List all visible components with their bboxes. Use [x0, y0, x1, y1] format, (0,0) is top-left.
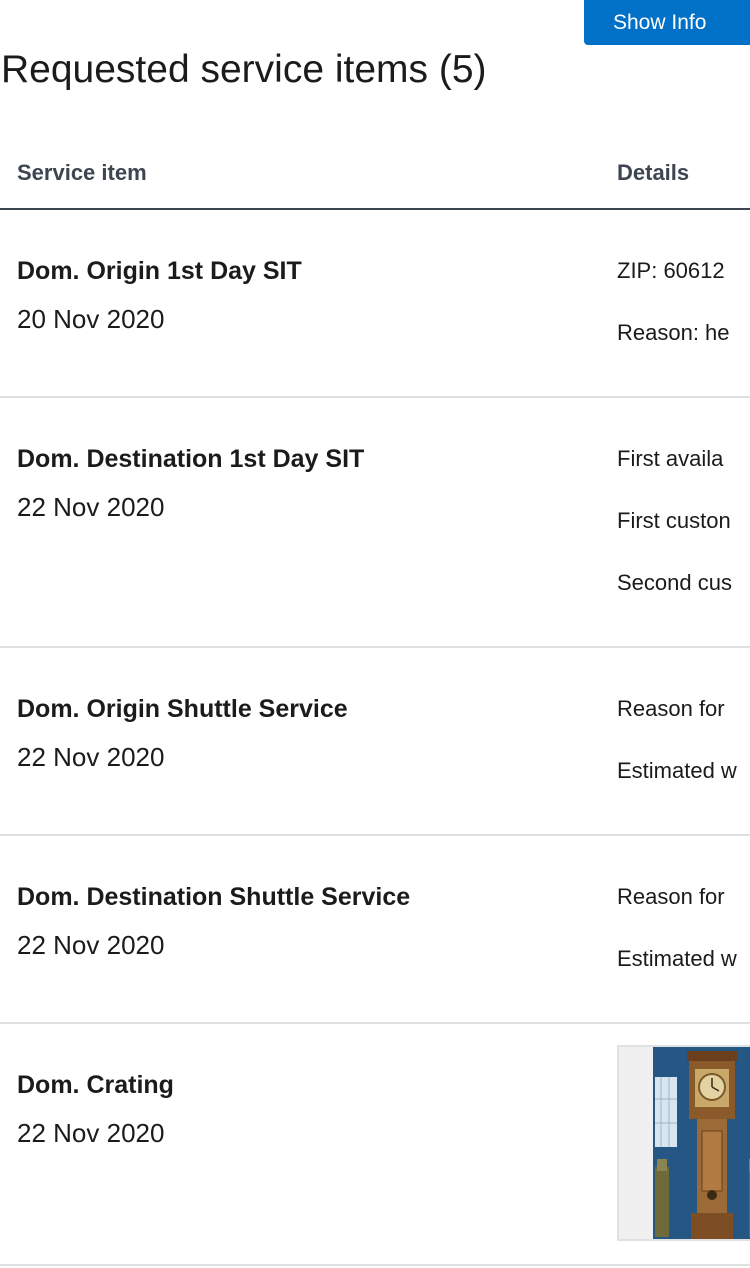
service-item-detail: ZIP: 60612 — [617, 258, 725, 283]
service-item-date: 22 Nov 2020 — [17, 930, 165, 960]
service-item-name: Dom. Destination Shuttle Service — [17, 883, 411, 911]
row-divider — [0, 1264, 750, 1266]
service-item-date: 20 Nov 2020 — [17, 304, 165, 334]
column-header-details: Details — [617, 160, 690, 185]
service-item-name: Dom. Destination 1st Day SIT — [17, 445, 365, 473]
row-divider — [0, 396, 750, 398]
row-divider — [0, 646, 750, 648]
service-item-date: 22 Nov 2020 — [17, 1118, 165, 1148]
row-divider — [0, 834, 750, 836]
service-item-date: 22 Nov 2020 — [17, 742, 165, 772]
service-item-detail: First custon — [617, 508, 731, 533]
service-item-name: Dom. Crating — [17, 1071, 174, 1099]
service-item-name: Dom. Origin Shuttle Service — [17, 695, 348, 723]
service-item-detail: Estimated w — [617, 758, 737, 783]
service-item-detail: First availa — [617, 446, 724, 471]
column-header-service-item: Service item — [17, 160, 147, 185]
show-info-button[interactable]: Show Info — [584, 0, 750, 45]
table-header-divider — [0, 208, 750, 210]
service-item-detail: Estimated w — [617, 946, 737, 971]
service-item-detail: Reason for — [617, 696, 725, 721]
service-item-date: 22 Nov 2020 — [17, 492, 165, 522]
service-item-name: Dom. Origin 1st Day SIT — [17, 257, 302, 285]
grandfather-clock-photo[interactable] — [617, 1045, 750, 1241]
service-item-detail: Second cus — [617, 570, 732, 595]
page-title: Requested service items (5) — [1, 48, 487, 91]
service-item-detail: Reason for — [617, 884, 725, 909]
service-item-detail: Reason: he — [617, 320, 730, 345]
row-divider — [0, 1022, 750, 1024]
clock-photo-image — [653, 1047, 750, 1239]
